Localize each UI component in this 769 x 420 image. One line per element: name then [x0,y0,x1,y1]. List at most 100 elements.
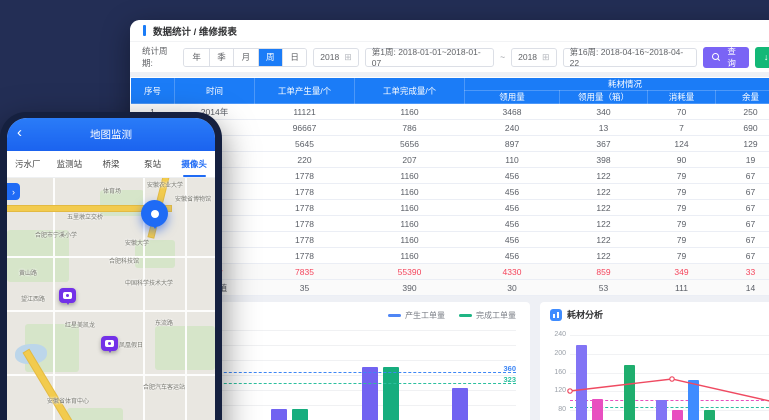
year-start-select[interactable]: 2018 ⊞ [313,48,358,67]
table-cell: 67 [716,216,769,232]
table-cell: 690 [716,120,769,136]
table-cell: 90 [648,152,716,168]
table-row: 177811604561227967 [131,216,769,232]
phone-page-title: 地图监测 [90,127,132,142]
table-cell: 122 [560,216,648,232]
screenshot-stage: 数据统计 / 维修报表 统计周期: 年季月周日 2018 ⊞ 第1周: 2018… [0,0,769,420]
table-cell: 1778 [255,232,355,248]
table-cell: 4330 [465,264,560,280]
table-cell: 1160 [355,232,465,248]
map-poi-label: 中国科学技术大学 [125,278,173,287]
trend-line [570,326,769,420]
week-start-input[interactable]: 第1周: 2018-01-01~2018-01-07 [365,48,494,67]
table-cell: 122 [560,184,648,200]
year-start-value: 2018 [320,52,339,62]
y-axis-tick: 160 [544,369,566,376]
table-cell: 207 [355,152,465,168]
search-icon [712,53,720,61]
col-header-completed: 工单完成量/个 [355,78,465,104]
week-end-input[interactable]: 第16周: 2018-04-16~2018-04-22 [563,48,697,67]
stat-period-label: 统计周期: [142,45,177,69]
col-header-consumables-group: 耗材情况 [465,78,769,91]
phone-tab-2[interactable]: 桥梁 [90,151,132,177]
map-road [7,310,215,312]
table-row: 177811604561227967 [131,168,769,184]
table-row: 177811604561227967 [131,200,769,216]
table-cell: 3468 [465,104,560,120]
period-option-1[interactable]: 季 [209,49,233,66]
map-poi-label: 体育场 [103,186,121,195]
y-axis-tick: 120 [544,387,566,394]
table-cell: 1160 [355,168,465,184]
table-cell: 1778 [255,200,355,216]
bar-产生工单量 [452,388,468,420]
table-cell: 111 [648,280,716,296]
back-icon[interactable]: ‹ [17,124,22,142]
phone-tab-4[interactable]: 摄像头 [173,151,215,177]
map-park-patch [67,408,123,420]
col-header-time: 时间 [175,78,255,104]
selected-camera-pin[interactable] [141,200,168,227]
table-cell: 250 [716,104,769,120]
camera-lens [108,342,111,345]
phone-tab-3[interactable]: 泵站 [132,151,174,177]
table-cell: 220 [255,152,355,168]
table-cell: 367 [560,136,648,152]
legend-item-1[interactable]: 完成工单量 [459,310,516,321]
table-cell: 67 [716,232,769,248]
col-header-requisition: 领用量 [465,91,560,104]
table-cell: 7835 [255,264,355,280]
table-row: 177811604561227967 [131,232,769,248]
query-button[interactable]: 查询 [703,47,749,68]
legend-dash [388,314,401,317]
legend-dash [459,314,472,317]
table-row: 177811604561227967 [131,184,769,200]
table-cell: 79 [648,232,716,248]
col-header-consumed: 消耗量 [648,91,716,104]
range-separator: ~ [500,52,505,62]
reference-line-label: 323 [503,375,516,384]
camera-marker[interactable] [59,288,76,303]
col-header-index: 序号 [131,78,175,104]
table-cell: 1778 [255,248,355,264]
table-cell: 5645 [255,136,355,152]
table-cell: 53 [560,280,648,296]
bar-产生工单量 [362,367,378,420]
map-poi-label: 安徽省体育中心 [47,396,89,405]
table-cell: 1160 [355,104,465,120]
table-cell: 1160 [355,184,465,200]
bar-完成工单量 [292,409,308,420]
dashboard-window: 数据统计 / 维修报表 统计周期: 年季月周日 2018 ⊞ 第1周: 2018… [130,20,769,420]
camera-marker[interactable] [101,336,118,351]
period-option-3[interactable]: 周 [258,49,282,66]
total-row: 合计783555390433085934933 [131,264,769,280]
export-excel-button[interactable]: ↓ 导出Excel [755,47,769,68]
phone-tab-1[interactable]: 监测站 [49,151,91,177]
table-row: 56455656897367124129 [131,136,769,152]
phone-app-header: ‹ 地图监测 [7,118,215,151]
table-cell: 340 [560,104,648,120]
table-cell: 456 [465,168,560,184]
table-cell: 79 [648,216,716,232]
reference-line-label: 360 [503,364,516,373]
phone-tab-0[interactable]: 污水厂 [7,151,49,177]
map-poi-label: 安徽大学 [125,238,149,247]
bar-产生工单量 [271,409,287,420]
table-row: 12014年111211160346834070250 [131,104,769,120]
period-option-4[interactable]: 日 [282,49,306,66]
camera-lens [66,294,69,297]
bar-group-3 [452,330,489,420]
table-cell: 859 [560,264,648,280]
table-cell: 5656 [355,136,465,152]
legend-item-0[interactable]: 产生工单量 [388,310,445,321]
bar-group-1 [271,330,308,420]
legend-label: 产生工单量 [405,310,445,321]
panel-expand-button[interactable]: › [7,183,20,200]
period-option-2[interactable]: 月 [233,49,257,66]
map-view[interactable]: 体育场安徽农业大学安徽省博物馆五里墩立交桥合肥市宁溪小学安徽大学合肥科技馆黄山路… [7,178,215,420]
table-cell: 67 [716,184,769,200]
y-axis-tick: 200 [544,350,566,357]
table-cell: 14 [716,280,769,296]
year-end-select[interactable]: 2018 ⊞ [511,48,556,67]
period-option-0[interactable]: 年 [184,49,208,66]
